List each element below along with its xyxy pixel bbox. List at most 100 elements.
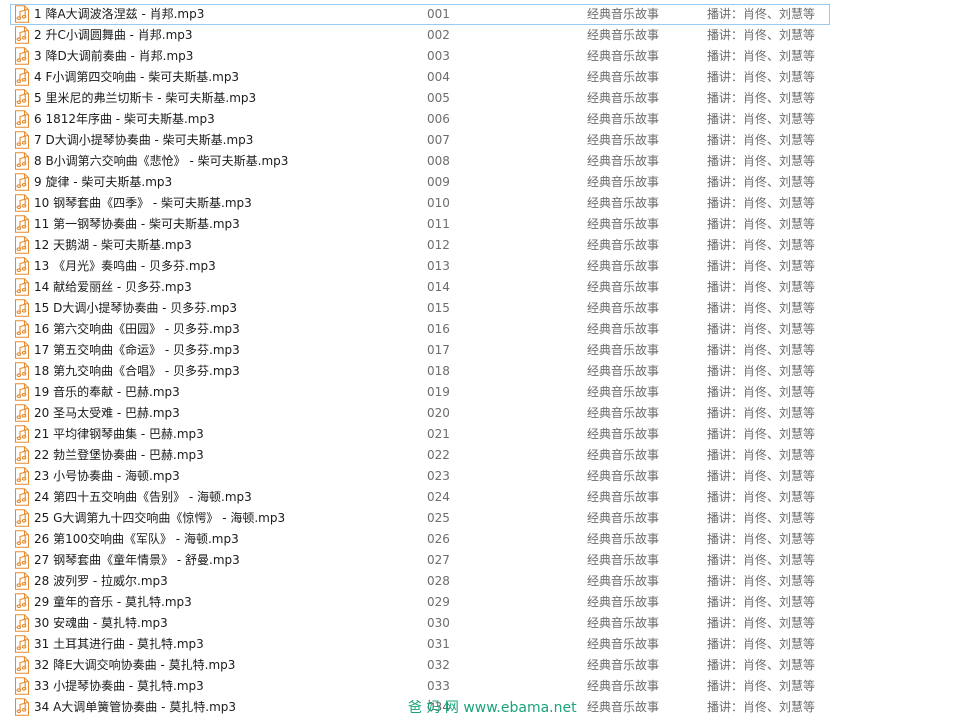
album-name: 经典音乐故事: [587, 7, 660, 21]
file-name: 3 降D大调前奏曲 - 肖邦.mp3: [34, 49, 194, 63]
track-number: 017: [427, 343, 450, 357]
track-number: 003: [427, 49, 450, 63]
file-row[interactable]: 20 圣马太受难 - 巴赫.mp3 020 经典音乐故事 播讲：肖佟、刘慧等: [10, 403, 830, 424]
track-number: 010: [427, 196, 450, 210]
track-number: 005: [427, 91, 450, 105]
track-number: 026: [427, 532, 450, 546]
track-number: 006: [427, 112, 450, 126]
music-file-icon: [13, 446, 31, 464]
artist-name: 播讲：肖佟、刘慧等: [707, 175, 816, 189]
album-name: 经典音乐故事: [587, 364, 660, 378]
file-row[interactable]: 5 里米尼的弗兰切斯卡 - 柴可夫斯基.mp3 005 经典音乐故事 播讲：肖佟…: [10, 88, 830, 109]
track-number: 027: [427, 553, 450, 567]
album-name: 经典音乐故事: [587, 238, 660, 252]
artist-name: 播讲：肖佟、刘慧等: [707, 427, 816, 441]
file-row[interactable]: 13 《月光》奏鸣曲 - 贝多芬.mp3 013 经典音乐故事 播讲：肖佟、刘慧…: [10, 256, 830, 277]
file-name: 24 第四十五交响曲《告别》 - 海顿.mp3: [34, 490, 252, 504]
artist-name: 播讲：肖佟、刘慧等: [707, 322, 816, 336]
artist-name: 播讲：肖佟、刘慧等: [707, 679, 816, 693]
music-file-icon: [13, 236, 31, 254]
artist-name: 播讲：肖佟、刘慧等: [707, 385, 816, 399]
music-file-icon: [13, 425, 31, 443]
file-row[interactable]: 4 F小调第四交响曲 - 柴可夫斯基.mp3 004 经典音乐故事 播讲：肖佟、…: [10, 67, 830, 88]
file-row[interactable]: 27 钢琴套曲《童年情景》 - 舒曼.mp3 027 经典音乐故事 播讲：肖佟、…: [10, 550, 830, 571]
track-number: 013: [427, 259, 450, 273]
file-row[interactable]: 17 第五交响曲《命运》 - 贝多芬.mp3 017 经典音乐故事 播讲：肖佟、…: [10, 340, 830, 361]
artist-name: 播讲：肖佟、刘慧等: [707, 343, 816, 357]
album-name: 经典音乐故事: [587, 49, 660, 63]
album-name: 经典音乐故事: [587, 511, 660, 525]
track-number: 020: [427, 406, 450, 420]
file-row[interactable]: 9 旋律 - 柴可夫斯基.mp3 009 经典音乐故事 播讲：肖佟、刘慧等: [10, 172, 830, 193]
file-row[interactable]: 8 B小调第六交响曲《悲怆》 - 柴可夫斯基.mp3 008 经典音乐故事 播讲…: [10, 151, 830, 172]
album-name: 经典音乐故事: [587, 259, 660, 273]
music-file-icon: [13, 131, 31, 149]
file-row[interactable]: 28 波列罗 - 拉威尔.mp3 028 经典音乐故事 播讲：肖佟、刘慧等: [10, 571, 830, 592]
artist-name: 播讲：肖佟、刘慧等: [707, 574, 816, 588]
artist-name: 播讲：肖佟、刘慧等: [707, 532, 816, 546]
track-number: 014: [427, 280, 450, 294]
album-name: 经典音乐故事: [587, 574, 660, 588]
track-number: 028: [427, 574, 450, 588]
album-name: 经典音乐故事: [587, 301, 660, 315]
file-name: 2 升C小调圆舞曲 - 肖邦.mp3: [34, 28, 193, 42]
file-row[interactable]: 29 童年的音乐 - 莫扎特.mp3 029 经典音乐故事 播讲：肖佟、刘慧等: [10, 592, 830, 613]
track-number: 001: [427, 7, 450, 21]
music-file-icon: [13, 215, 31, 233]
file-row[interactable]: 23 小号协奏曲 - 海顿.mp3 023 经典音乐故事 播讲：肖佟、刘慧等: [10, 466, 830, 487]
file-row[interactable]: 32 降E大调交响协奏曲 - 莫扎特.mp3 032 经典音乐故事 播讲：肖佟、…: [10, 655, 830, 676]
file-row[interactable]: 22 勃兰登堡协奏曲 - 巴赫.mp3 022 经典音乐故事 播讲：肖佟、刘慧等: [10, 445, 830, 466]
file-name: 18 第九交响曲《合唱》 - 贝多芬.mp3: [34, 364, 240, 378]
artist-name: 播讲：肖佟、刘慧等: [707, 595, 816, 609]
artist-name: 播讲：肖佟、刘慧等: [707, 217, 816, 231]
file-row[interactable]: 3 降D大调前奏曲 - 肖邦.mp3 003 经典音乐故事 播讲：肖佟、刘慧等: [10, 46, 830, 67]
album-name: 经典音乐故事: [587, 448, 660, 462]
file-row[interactable]: 6 1812年序曲 - 柴可夫斯基.mp3 006 经典音乐故事 播讲：肖佟、刘…: [10, 109, 830, 130]
file-row[interactable]: 11 第一钢琴协奏曲 - 柴可夫斯基.mp3 011 经典音乐故事 播讲：肖佟、…: [10, 214, 830, 235]
file-name: 19 音乐的奉献 - 巴赫.mp3: [34, 385, 180, 399]
file-row[interactable]: 30 安魂曲 - 莫扎特.mp3 030 经典音乐故事 播讲：肖佟、刘慧等: [10, 613, 830, 634]
file-row[interactable]: 31 土耳其进行曲 - 莫扎特.mp3 031 经典音乐故事 播讲：肖佟、刘慧等: [10, 634, 830, 655]
file-name: 23 小号协奏曲 - 海顿.mp3: [34, 469, 180, 483]
file-row[interactable]: 19 音乐的奉献 - 巴赫.mp3 019 经典音乐故事 播讲：肖佟、刘慧等: [10, 382, 830, 403]
music-file-icon: [13, 467, 31, 485]
music-file-icon: [13, 488, 31, 506]
music-file-icon: [13, 383, 31, 401]
file-row[interactable]: 24 第四十五交响曲《告别》 - 海顿.mp3 024 经典音乐故事 播讲：肖佟…: [10, 487, 830, 508]
artist-name: 播讲：肖佟、刘慧等: [707, 301, 816, 315]
file-row[interactable]: 2 升C小调圆舞曲 - 肖邦.mp3 002 经典音乐故事 播讲：肖佟、刘慧等: [10, 25, 830, 46]
file-row[interactable]: 21 平均律钢琴曲集 - 巴赫.mp3 021 经典音乐故事 播讲：肖佟、刘慧等: [10, 424, 830, 445]
file-row[interactable]: 12 天鹅湖 - 柴可夫斯基.mp3 012 经典音乐故事 播讲：肖佟、刘慧等: [10, 235, 830, 256]
album-name: 经典音乐故事: [587, 280, 660, 294]
file-name: 9 旋律 - 柴可夫斯基.mp3: [34, 175, 173, 189]
music-file-icon: [13, 404, 31, 422]
album-name: 经典音乐故事: [587, 385, 660, 399]
file-row[interactable]: 14 献给爱丽丝 - 贝多芬.mp3 014 经典音乐故事 播讲：肖佟、刘慧等: [10, 277, 830, 298]
file-row[interactable]: 33 小提琴协奏曲 - 莫扎特.mp3 033 经典音乐故事 播讲：肖佟、刘慧等: [10, 676, 830, 697]
music-file-icon: [13, 530, 31, 548]
artist-name: 播讲：肖佟、刘慧等: [707, 112, 816, 126]
album-name: 经典音乐故事: [587, 406, 660, 420]
album-name: 经典音乐故事: [587, 112, 660, 126]
artist-name: 播讲：肖佟、刘慧等: [707, 70, 816, 84]
file-name: 25 G大调第九十四交响曲《惊愕》 - 海顿.mp3: [34, 511, 286, 525]
file-row[interactable]: 18 第九交响曲《合唱》 - 贝多芬.mp3 018 经典音乐故事 播讲：肖佟、…: [10, 361, 830, 382]
file-row[interactable]: 7 D大调小提琴协奏曲 - 柴可夫斯基.mp3 007 经典音乐故事 播讲：肖佟…: [10, 130, 830, 151]
artist-name: 播讲：肖佟、刘慧等: [707, 469, 816, 483]
music-file-icon: [13, 593, 31, 611]
file-name: 31 土耳其进行曲 - 莫扎特.mp3: [34, 637, 204, 651]
file-row[interactable]: 26 第100交响曲《军队》 - 海顿.mp3 026 经典音乐故事 播讲：肖佟…: [10, 529, 830, 550]
file-row[interactable]: 25 G大调第九十四交响曲《惊愕》 - 海顿.mp3 025 经典音乐故事 播讲…: [10, 508, 830, 529]
file-row[interactable]: 15 D大调小提琴协奏曲 - 贝多芬.mp3 015 经典音乐故事 播讲：肖佟、…: [10, 298, 830, 319]
album-name: 经典音乐故事: [587, 427, 660, 441]
track-number: 025: [427, 511, 450, 525]
file-row[interactable]: 16 第六交响曲《田园》 - 贝多芬.mp3 016 经典音乐故事 播讲：肖佟、…: [10, 319, 830, 340]
music-file-icon: [13, 656, 31, 674]
file-row[interactable]: 10 钢琴套曲《四季》 - 柴可夫斯基.mp3 010 经典音乐故事 播讲：肖佟…: [10, 193, 830, 214]
file-row[interactable]: 1 降A大调波洛涅兹 - 肖邦.mp3 001 经典音乐故事 播讲：肖佟、刘慧等: [10, 4, 830, 25]
album-name: 经典音乐故事: [587, 553, 660, 567]
file-name: 28 波列罗 - 拉威尔.mp3: [34, 574, 168, 588]
file-name: 16 第六交响曲《田园》 - 贝多芬.mp3: [34, 322, 240, 336]
album-name: 经典音乐故事: [587, 91, 660, 105]
file-name: 6 1812年序曲 - 柴可夫斯基.mp3: [34, 112, 215, 126]
